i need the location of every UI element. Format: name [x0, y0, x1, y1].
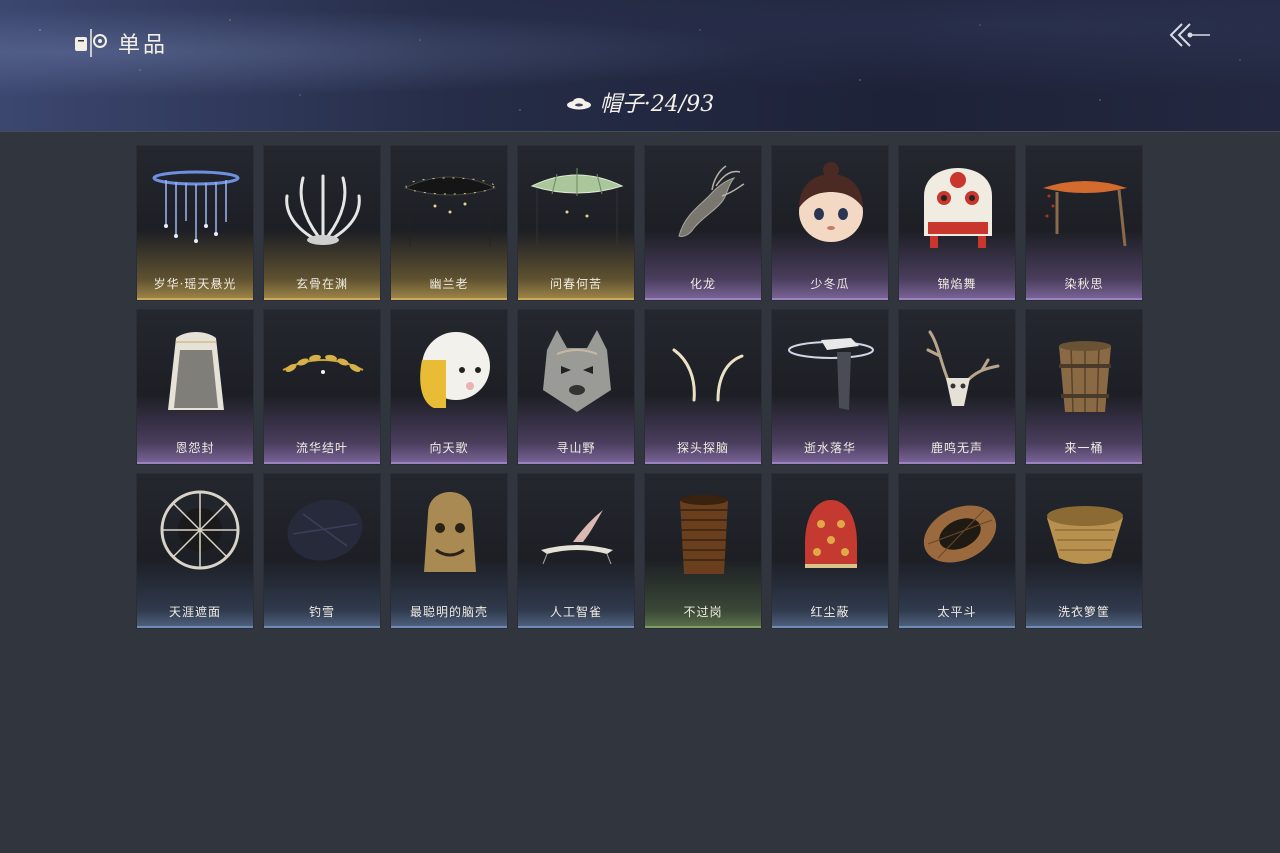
- item-card[interactable]: 少冬瓜: [771, 145, 889, 301]
- bone-crown-icon: [285, 174, 361, 245]
- deer-skull-icon: [926, 330, 1000, 406]
- item-name: 钓雪: [308, 605, 335, 619]
- red-hood-icon: [805, 500, 857, 568]
- back-arrow-icon[interactable]: [1168, 20, 1212, 50]
- item-card[interactable]: 流华结叶: [263, 309, 381, 465]
- item-card[interactable]: 逝水落华: [771, 309, 889, 465]
- item-name: 锦焰舞: [937, 277, 977, 291]
- item-card[interactable]: 来一桶: [1025, 309, 1143, 465]
- veil-hood-icon: [168, 332, 224, 410]
- laundry-basket-icon: [1047, 506, 1123, 564]
- item-card[interactable]: 鹿鸣无声: [898, 309, 1016, 465]
- item-name: 人工智雀: [549, 605, 602, 619]
- veiled-hat-icon: [788, 338, 874, 410]
- bird-hat-icon: [541, 510, 613, 565]
- bell-head-icon: [424, 492, 476, 572]
- dark-bamboo-hat-icon: [403, 176, 497, 246]
- item-name: 天涯遮面: [168, 605, 221, 619]
- item-card[interactable]: 幽兰老: [390, 145, 508, 301]
- item-card[interactable]: 岁华·瑶天悬光: [136, 145, 254, 301]
- item-name: 探头探脑: [676, 441, 729, 455]
- item-grid: 岁华·瑶天悬光 玄骨在渊 幽兰老 问春何苦 化龙 少冬瓜 锦焰舞 染秋思 恩怨封…: [136, 145, 1143, 629]
- item-name: 幽兰老: [429, 277, 469, 291]
- item-name: 最聪明的脑壳: [409, 605, 488, 619]
- chibi-head-icon: [799, 162, 863, 242]
- crown-pendants-icon: [152, 170, 240, 243]
- goose-hood-icon: [420, 332, 490, 408]
- stacked-bowls-icon: [680, 495, 728, 574]
- item-name: 洗衣箩筐: [1057, 605, 1110, 619]
- page-title-label: 单品: [118, 33, 169, 58]
- page-title: 单品: [74, 27, 168, 59]
- item-name: 恩怨封: [175, 441, 215, 455]
- antenna-feathers-icon: [672, 348, 744, 402]
- wolf-head-icon: [543, 330, 611, 412]
- item-card[interactable]: 问春何苦: [517, 145, 635, 301]
- item-card[interactable]: 不过岗: [644, 473, 762, 629]
- fishing-hat-icon: [287, 499, 363, 561]
- item-name: 问春何苦: [549, 277, 602, 291]
- item-card[interactable]: 玄骨在渊: [263, 145, 381, 301]
- item-name: 流华结叶: [295, 441, 348, 455]
- item-name: 逝水落华: [803, 441, 856, 455]
- item-name: 少冬瓜: [810, 277, 850, 291]
- item-name: 染秋思: [1064, 277, 1104, 291]
- item-card[interactable]: 红尘蔽: [771, 473, 889, 629]
- category-header: 帽子·24/93: [0, 86, 1280, 118]
- item-card[interactable]: 寻山野: [517, 309, 635, 465]
- item-card[interactable]: 人工智雀: [517, 473, 635, 629]
- item-card[interactable]: 化龙: [644, 145, 762, 301]
- dragon-headpiece-icon: [678, 165, 745, 237]
- category-label: 帽子·24/93: [599, 92, 715, 117]
- item-name: 来一桶: [1064, 441, 1104, 455]
- header-banner: 单品 帽子·24/93: [0, 0, 1280, 132]
- hat-icon: [566, 98, 591, 110]
- item-name: 向天歌: [429, 441, 469, 455]
- lion-dance-head-icon: [924, 168, 992, 248]
- item-card[interactable]: 太平斗: [898, 473, 1016, 629]
- item-card[interactable]: 最聪明的脑壳: [390, 473, 508, 629]
- item-card[interactable]: 恩怨封: [136, 309, 254, 465]
- item-card[interactable]: 染秋思: [1025, 145, 1143, 301]
- leaf-circlet-icon: [282, 354, 364, 374]
- item-name: 不过岗: [683, 605, 723, 619]
- item-name: 岁华·瑶天悬光: [153, 277, 237, 291]
- item-card[interactable]: 锦焰舞: [898, 145, 1016, 301]
- item-name: 太平斗: [937, 605, 977, 619]
- item-card[interactable]: 钓雪: [263, 473, 381, 629]
- item-name: 寻山野: [556, 441, 596, 455]
- item-card[interactable]: 向天歌: [390, 309, 508, 465]
- item-name: 鹿鸣无声: [930, 441, 983, 455]
- item-name: 化龙: [689, 277, 716, 291]
- item-card[interactable]: 探头探脑: [644, 309, 762, 465]
- item-name: 红尘蔽: [810, 605, 850, 619]
- wardrobe-icon: [75, 29, 107, 57]
- green-bamboo-hat-icon: [530, 168, 624, 246]
- wooden-bucket-icon: [1059, 341, 1111, 413]
- item-card[interactable]: 天涯遮面: [136, 473, 254, 629]
- item-card[interactable]: 洗衣箩筐: [1025, 473, 1143, 629]
- item-name: 玄骨在渊: [295, 277, 348, 291]
- autumn-hat-icon: [1043, 181, 1127, 247]
- woven-basket-hat-icon: [923, 505, 997, 563]
- caged-hat-icon: [160, 490, 240, 570]
